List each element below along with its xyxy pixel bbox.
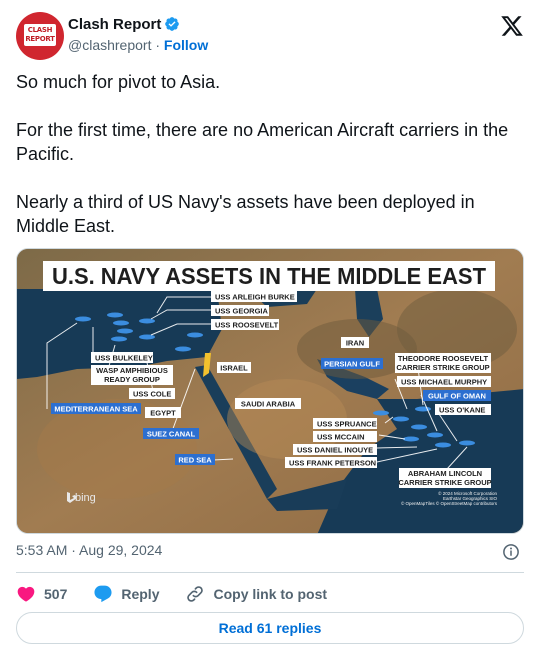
author-info: Clash Report @clashreport · Follow: [68, 14, 208, 55]
label-cole: USS COLE: [133, 390, 171, 399]
label-daniel-inouye: USS DANIEL INOUYE: [297, 446, 373, 455]
label-bulkeley: USS BULKELEY: [95, 354, 153, 363]
action-bar: 507 Reply Copy link to post: [16, 580, 353, 608]
label-roosevelt: USS ROOSEVELT: [215, 321, 279, 330]
label-tr-csg: CARRIER STRIKE GROUP: [396, 363, 489, 372]
label-arleigh-burke: USS ARLEIGH BURKE: [215, 293, 295, 302]
tweet-timestamp[interactable]: 5:53 AM · Aug 29, 2024: [16, 542, 162, 558]
label-israel: ISRAEL: [220, 364, 248, 373]
reply-bubble-icon: [94, 585, 112, 603]
label-georgia: USS GEORGIA: [215, 307, 269, 316]
read-replies-button[interactable]: Read 61 replies: [16, 612, 524, 644]
label-frank-peterson: USS FRANK PETERSON: [289, 459, 376, 468]
copy-link-button[interactable]: Copy link to post: [185, 584, 327, 604]
reply-button[interactable]: Reply: [93, 584, 159, 604]
tweet-paragraph: So much for pivot to Asia.: [16, 72, 221, 92]
label-al-csg: CARRIER STRIKE GROUP: [398, 478, 491, 487]
image-title: U.S. NAVY ASSETS IN THE MIDDLE EAST: [52, 263, 486, 289]
tweet-text: So much for pivot to Asia. For the first…: [16, 70, 524, 238]
avatar[interactable]: CLASH REPORT: [16, 12, 64, 60]
verified-badge-icon: [165, 17, 180, 31]
display-name[interactable]: Clash Report: [68, 16, 161, 33]
label-ready-group: READY GROUP: [104, 375, 160, 384]
like-button[interactable]: 507: [16, 584, 67, 604]
label-saudi-arabia: SAUDI ARABIA: [241, 400, 296, 409]
navy-map: U.S. NAVY ASSETS IN THE MIDDLE EAST USS …: [17, 249, 523, 533]
handle[interactable]: @clashreport: [68, 37, 151, 53]
tweet-image[interactable]: U.S. NAVY ASSETS IN THE MIDDLE EAST USS …: [16, 248, 524, 534]
handle-separator: ·: [151, 37, 164, 53]
copy-link-label: Copy link to post: [213, 586, 328, 602]
info-icon[interactable]: [502, 543, 520, 561]
label-suez: SUEZ CANAL: [147, 430, 196, 439]
label-michael-murphy: USS MICHAEL MURPHY: [401, 378, 487, 387]
label-egypt: EGYPT: [150, 409, 176, 418]
bing-logo: bing: [75, 492, 96, 504]
divider: [16, 572, 524, 573]
label-gulf-of-oman: GULF OF OMAN: [428, 392, 486, 401]
label-persian-gulf: PERSIAN GULF: [324, 360, 380, 369]
heart-icon: [17, 586, 35, 602]
avatar-logo: CLASH REPORT: [24, 24, 56, 46]
label-spruance: USS SPRUANCE: [317, 420, 377, 429]
tweet-header: CLASH REPORT Clash Report @clashreport · …: [16, 12, 524, 60]
label-mediterranean: MEDITERRANEAN SEA: [54, 405, 138, 414]
link-icon: [187, 586, 204, 602]
label-abraham-lincoln: ABRAHAM LINCOLN: [408, 469, 482, 478]
tweet-paragraph: Nearly a third of US Navy's assets have …: [16, 192, 475, 236]
credit-line: © OpenMapTiles © OpenStreetMap contribut…: [401, 500, 498, 506]
reply-label: Reply: [121, 586, 160, 602]
label-wasp: WASP AMPHIBIOUS: [96, 366, 168, 375]
label-theodore-roosevelt: THEODORE ROOSEVELT: [398, 354, 489, 363]
label-okane: USS O'KANE: [439, 406, 485, 415]
label-red-sea: RED SEA: [178, 456, 212, 465]
tweet-paragraph: For the first time, there are no America…: [16, 120, 509, 164]
follow-button[interactable]: Follow: [164, 37, 208, 53]
label-mccain: USS MCCAIN: [317, 433, 365, 442]
label-iran: IRAN: [346, 339, 364, 348]
like-count: 507: [44, 586, 68, 602]
x-logo-icon[interactable]: [500, 14, 524, 38]
